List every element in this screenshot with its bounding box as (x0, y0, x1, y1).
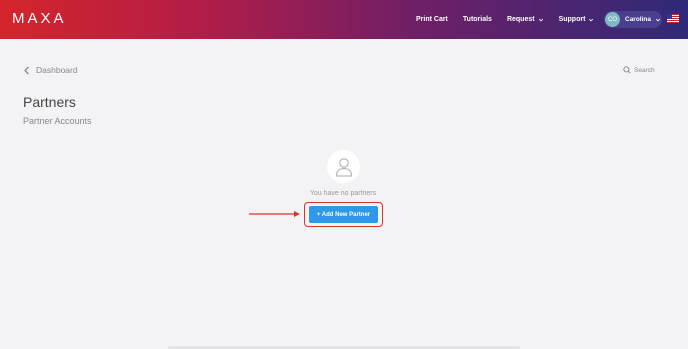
nav-request[interactable]: Request (507, 16, 544, 23)
user-menu[interactable]: CO Carolina (604, 11, 662, 28)
chevron-down-icon (589, 18, 594, 21)
empty-state-message: You have no partners (309, 190, 377, 197)
empty-state-avatar (327, 150, 360, 183)
search-icon (623, 66, 631, 74)
nav-print-cart[interactable]: Print Cart (416, 16, 448, 23)
back-to-dashboard-link[interactable]: Dashboard (23, 65, 78, 75)
us-flag-icon[interactable] (667, 14, 679, 23)
page-subtitle: Partner Accounts (23, 116, 92, 126)
arrow-right-icon (249, 211, 300, 217)
nav-tutorials-label: Tutorials (462, 16, 492, 23)
nav-print-cart-label: Print Cart (416, 16, 448, 23)
top-navbar: MAXA Print Cart Tutorials Request Suppor… (0, 0, 688, 39)
search-button[interactable]: Search (623, 66, 655, 74)
main-nav: Print Cart Tutorials Request Support (416, 0, 609, 39)
user-icon (335, 157, 352, 177)
nav-support-label: Support (558, 16, 586, 23)
nav-support[interactable]: Support (559, 16, 595, 23)
chevron-left-icon (24, 66, 29, 74)
back-link-label: Dashboard (36, 65, 78, 75)
page-title: Partners (23, 94, 76, 110)
add-new-partner-button[interactable]: + Add New Partner (309, 206, 378, 223)
nav-tutorials[interactable]: Tutorials (463, 16, 492, 23)
search-label: Search (634, 66, 655, 74)
avatar: CO (605, 12, 620, 27)
user-name: Carolina (625, 16, 652, 23)
nav-request-label: Request (506, 16, 535, 23)
chevron-down-icon (655, 18, 661, 21)
chevron-down-icon (538, 18, 543, 21)
logo[interactable]: MAXA (12, 10, 67, 27)
